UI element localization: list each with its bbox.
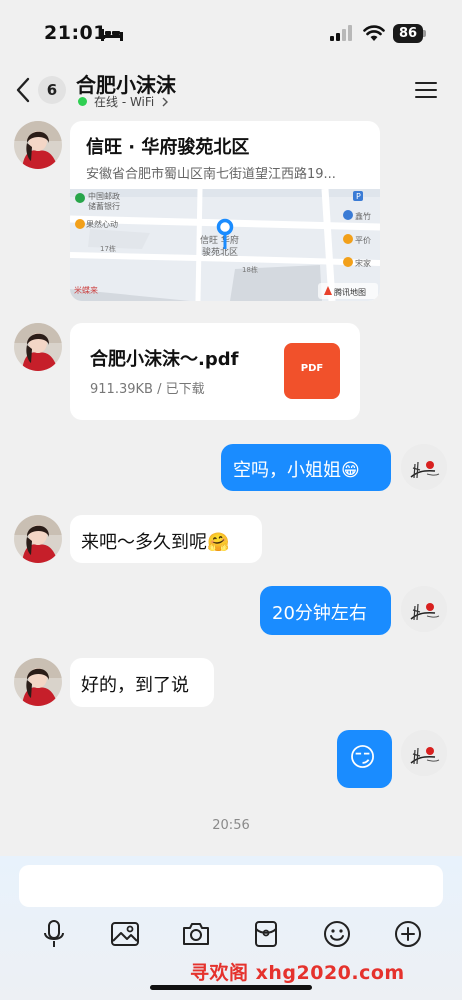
online-status-label: 在线 - WiFi (94, 95, 155, 109)
outgoing-message[interactable]: 空吗，小姐姐😁 (221, 444, 391, 491)
grin-emoji-icon: 😁 (341, 460, 360, 481)
message-text: 来吧～多久到呢🤗 (81, 532, 230, 553)
map-label-bank: 中国邮政 (88, 191, 120, 201)
pdf-file-icon: PDF (284, 343, 340, 399)
home-indicator (150, 985, 312, 990)
watermark-text: 寻欢阁 xhg2020.com (190, 962, 405, 984)
contact-avatar[interactable] (14, 323, 62, 371)
message-input[interactable] (19, 865, 443, 907)
map-label-midu: 米蝶来 (74, 285, 98, 295)
camera-icon[interactable] (181, 919, 211, 949)
battery-level: 86 (393, 24, 423, 43)
incoming-message[interactable]: 好的，到了说 (70, 658, 214, 707)
map-label-xinzhu: 鑫竹 (355, 211, 371, 221)
chevron-right-icon (162, 97, 169, 107)
map-label-xinwang: 信旺 华府 (200, 234, 239, 246)
map-label-pingjia: 平价 (355, 236, 371, 245)
pdf-label: PDF (300, 363, 324, 374)
map-label-junyuan: 骏苑北区 (202, 246, 238, 258)
map-label-guoran: 果然心动 (86, 219, 118, 229)
smirk-emoji-icon: 😏 (349, 743, 377, 773)
file-meta: 911.39KB / 已下载 (90, 382, 205, 397)
online-status-text[interactable]: 在线 - WiFi (94, 93, 169, 110)
location-map: 中国邮政 储蓄银行 果然心动 17栋 信旺 华府 骏苑北区 18栋 鑫竹 平价 … (70, 189, 380, 301)
file-name: 合肥小沫沫～.pdf (90, 349, 239, 370)
microphone-icon[interactable] (39, 919, 69, 949)
red-packet-icon[interactable] (251, 919, 281, 949)
contact-avatar[interactable] (14, 515, 62, 563)
map-label-17: 17栋 (100, 244, 116, 253)
self-avatar[interactable] (401, 730, 447, 776)
location-name: 信旺 · 华府骏苑北区 (86, 137, 250, 158)
unread-count-badge[interactable]: 6 (38, 76, 66, 104)
outgoing-message[interactable]: 20分钟左右 (260, 586, 391, 635)
svg-text:储蓄银行: 储蓄银行 (88, 201, 120, 211)
map-provider-label: 腾讯地图 (334, 287, 366, 297)
wifi-icon (363, 25, 385, 41)
map-label-18: 18栋 (242, 265, 258, 274)
battery-nub (423, 30, 426, 37)
contact-avatar[interactable] (14, 121, 62, 169)
location-address: 安徽省合肥市蜀山区南七街道望江西路19... (86, 167, 336, 182)
self-avatar[interactable] (401, 444, 447, 490)
map-label-songjia: 宋家 (355, 258, 371, 268)
self-avatar[interactable] (401, 586, 447, 632)
file-card[interactable]: 合肥小沫沫～.pdf 911.39KB / 已下载 PDF (70, 323, 360, 420)
contact-avatar[interactable] (14, 658, 62, 706)
svg-text:P: P (356, 192, 361, 201)
sleep-focus-icon (101, 29, 123, 41)
message-timestamp: 20:56 (212, 818, 250, 833)
image-icon[interactable] (110, 919, 140, 949)
cellular-signal-icon (330, 25, 352, 41)
message-text: 20分钟左右 (272, 603, 367, 624)
location-card[interactable]: 信旺 · 华府骏苑北区 安徽省合肥市蜀山区南七街道望江西路19... 中国邮政 … (70, 121, 380, 301)
message-text: 好的，到了说 (81, 675, 189, 696)
message-text: 空吗，小姐姐😁 (233, 460, 360, 481)
emoji-icon[interactable] (322, 919, 352, 949)
online-status-dot (78, 97, 87, 106)
outgoing-emoji-message[interactable]: 😏 (337, 730, 392, 788)
hug-emoji-icon: 🤗 (207, 532, 230, 553)
plus-icon[interactable] (393, 919, 423, 949)
hamburger-menu-icon[interactable] (414, 80, 438, 100)
incoming-message[interactable]: 来吧～多久到呢🤗 (70, 515, 262, 563)
back-chevron-icon[interactable] (14, 76, 32, 104)
status-time: 21:01 (44, 22, 107, 44)
